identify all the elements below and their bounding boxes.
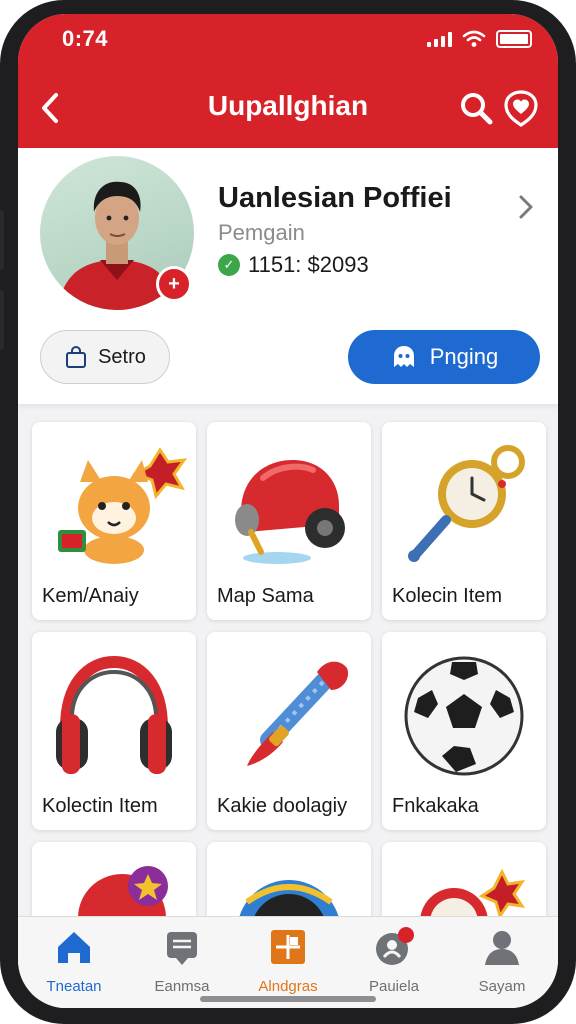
coin-icon: ✓ <box>218 254 240 276</box>
headphones-icon <box>56 655 172 774</box>
status-time: 0:74 <box>62 26 109 51</box>
tab-apps[interactable]: Alndgras <box>234 927 342 999</box>
avatar[interactable]: + <box>40 156 196 312</box>
grid-card-label: Kakie doolagiy <box>217 795 348 817</box>
pinging-label: Pnging <box>429 344 499 369</box>
grid-card[interactable]: Kolectin Item <box>32 632 196 830</box>
profile-card[interactable]: + Uanlesian Poffiei Pemgain ✓ 1151: $209… <box>18 148 558 404</box>
bottom-tab-bar: Tneatan Eanmsa Alndgras Pauiela Sayam <box>18 916 558 1008</box>
search-icon[interactable] <box>458 90 494 126</box>
grid-card[interactable]: Kakie doolagiy <box>207 632 371 830</box>
tab-label: Sayam <box>478 978 526 995</box>
profile-badge-icon <box>376 927 414 965</box>
soccer-ball-icon <box>404 656 524 776</box>
tab-person[interactable]: Sayam <box>448 927 556 999</box>
profile-stats-text: 1151: $2093 <box>248 252 369 277</box>
profile-stats: ✓ 1151: $2093 <box>218 252 369 278</box>
signal-icon <box>427 31 452 47</box>
volume-up-button <box>0 210 4 270</box>
tab-label: Eanmsa <box>154 978 210 995</box>
person-icon <box>485 931 519 965</box>
volume-down-button <box>0 290 4 350</box>
setro-button[interactable]: Setro <box>40 330 170 384</box>
heart-shield-icon[interactable] <box>502 88 540 128</box>
torch-icon <box>247 661 349 766</box>
status-icons <box>427 30 532 48</box>
grid-card[interactable]: Kolecin Item <box>382 422 546 620</box>
home-icon <box>58 932 90 963</box>
chat-icon <box>167 932 197 965</box>
battery-icon <box>496 30 532 48</box>
setro-label: Setro <box>98 345 146 368</box>
app-header: 0:74 Uupallghian <box>18 14 558 148</box>
phone-frame: 0:74 Uupallghian + Uanlesian Poffiei Pem… <box>0 0 576 1024</box>
grid-card-label: Kolectin Item <box>42 795 158 817</box>
ghost-icon <box>393 346 414 367</box>
tab-home[interactable]: Tneatan <box>20 927 128 999</box>
tab-profile-badge[interactable]: Pauiela <box>340 927 448 999</box>
tab-label: Tneatan <box>46 978 102 995</box>
item-grid: Kem/Anaiy Map Sama Kolecin Item Kolectin… <box>32 420 552 1008</box>
avatar-badge: + <box>156 266 192 302</box>
tab-label: Alndgras <box>258 978 318 995</box>
grid-card-label: Kolecin Item <box>392 585 503 607</box>
screen: 0:74 Uupallghian + Uanlesian Poffiei Pem… <box>18 14 558 1008</box>
grid-card[interactable]: Fnkakaka <box>382 632 546 830</box>
profile-subtitle: Pemgain <box>218 220 305 245</box>
grid-card-label: Map Sama <box>217 585 314 607</box>
tab-label: Pauiela <box>368 978 420 995</box>
red-bell-device-icon <box>235 460 345 564</box>
status-bar: 0:74 <box>18 14 558 64</box>
pocket-watch-key-icon <box>408 445 525 562</box>
grid-card-label: Kem/Anaiy <box>42 585 139 607</box>
profile-name: Uanlesian Poffiei <box>218 182 452 214</box>
grid-card-label: Fnkakaka <box>392 795 479 817</box>
wifi-icon <box>462 30 486 47</box>
nav-bar: Uupallghian <box>18 80 558 136</box>
grid-card[interactable]: Kem/Anaiy <box>32 422 196 620</box>
app-grid-icon <box>271 930 305 964</box>
home-indicator <box>200 996 376 1002</box>
fox-mascot-icon <box>58 447 188 564</box>
chevron-right-icon[interactable] <box>516 192 536 222</box>
grid-card[interactable]: Map Sama <box>207 422 371 620</box>
pinging-button[interactable]: Pnging <box>348 330 540 384</box>
tab-chat[interactable]: Eanmsa <box>128 927 236 999</box>
shopping-bag-icon <box>66 345 87 368</box>
